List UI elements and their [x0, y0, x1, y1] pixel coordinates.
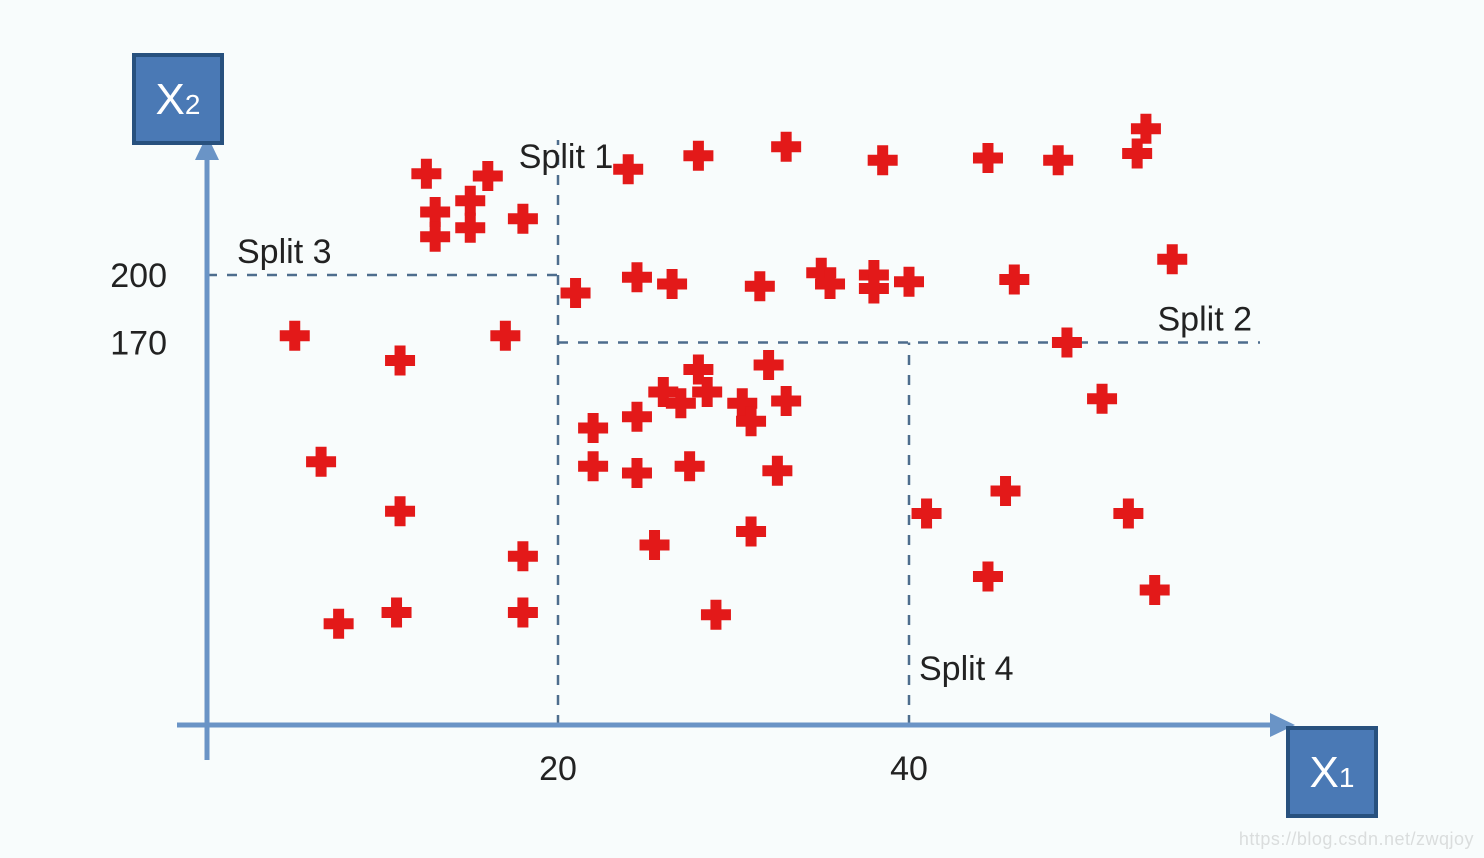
watermark-text: https://blog.csdn.net/zwqjoy [1239, 829, 1474, 850]
data-point [771, 386, 801, 416]
data-point [973, 143, 1003, 173]
data-point [675, 451, 705, 481]
data-point [411, 159, 441, 189]
data-point [868, 145, 898, 175]
data-point [455, 213, 485, 243]
data-point [973, 562, 1003, 592]
data-point [280, 321, 310, 351]
data-point [745, 271, 775, 301]
data-point [508, 541, 538, 571]
data-point [640, 530, 670, 560]
data-point [385, 346, 415, 376]
data-point [1043, 145, 1073, 175]
data-point [385, 496, 415, 526]
data-point [912, 499, 942, 529]
data-point [894, 267, 924, 297]
data-point [622, 402, 652, 432]
data-point [473, 161, 503, 191]
data-point [490, 321, 520, 351]
split-1-label: Split 1 [519, 138, 614, 176]
data-point [657, 269, 687, 299]
split-3-label: Split 3 [237, 233, 332, 271]
data-point [1087, 384, 1117, 414]
y-tick-label: 170 [110, 325, 167, 363]
data-point [771, 132, 801, 162]
data-point [1113, 499, 1143, 529]
data-point [754, 350, 784, 380]
data-point [991, 476, 1021, 506]
data-point [1157, 244, 1187, 274]
data-point [701, 600, 731, 630]
x-tick-label: 20 [539, 750, 577, 788]
data-point [736, 517, 766, 547]
data-point [613, 154, 643, 184]
data-point [1052, 328, 1082, 358]
data-point [508, 598, 538, 628]
data-point [578, 413, 608, 443]
data-point [561, 278, 591, 308]
data-point [683, 141, 713, 171]
data-point [1140, 575, 1170, 605]
split-4-label: Split 4 [919, 650, 1014, 688]
chart-svg: 2040170200Split 1Split 2Split 3Split 4X2… [0, 0, 1484, 858]
y-tick-label: 200 [110, 257, 167, 295]
data-point [999, 265, 1029, 295]
data-point [622, 458, 652, 488]
data-point [622, 262, 652, 292]
data-point [762, 456, 792, 486]
data-point [455, 186, 485, 216]
split-2-label: Split 2 [1158, 301, 1253, 339]
data-point [508, 204, 538, 234]
data-point [382, 598, 412, 628]
x-tick-label: 40 [890, 750, 928, 788]
data-point [324, 609, 354, 639]
data-point [578, 451, 608, 481]
data-point [420, 222, 450, 252]
scatter-chart: 2040170200Split 1Split 2Split 3Split 4X2… [0, 0, 1484, 858]
data-point [306, 447, 336, 477]
